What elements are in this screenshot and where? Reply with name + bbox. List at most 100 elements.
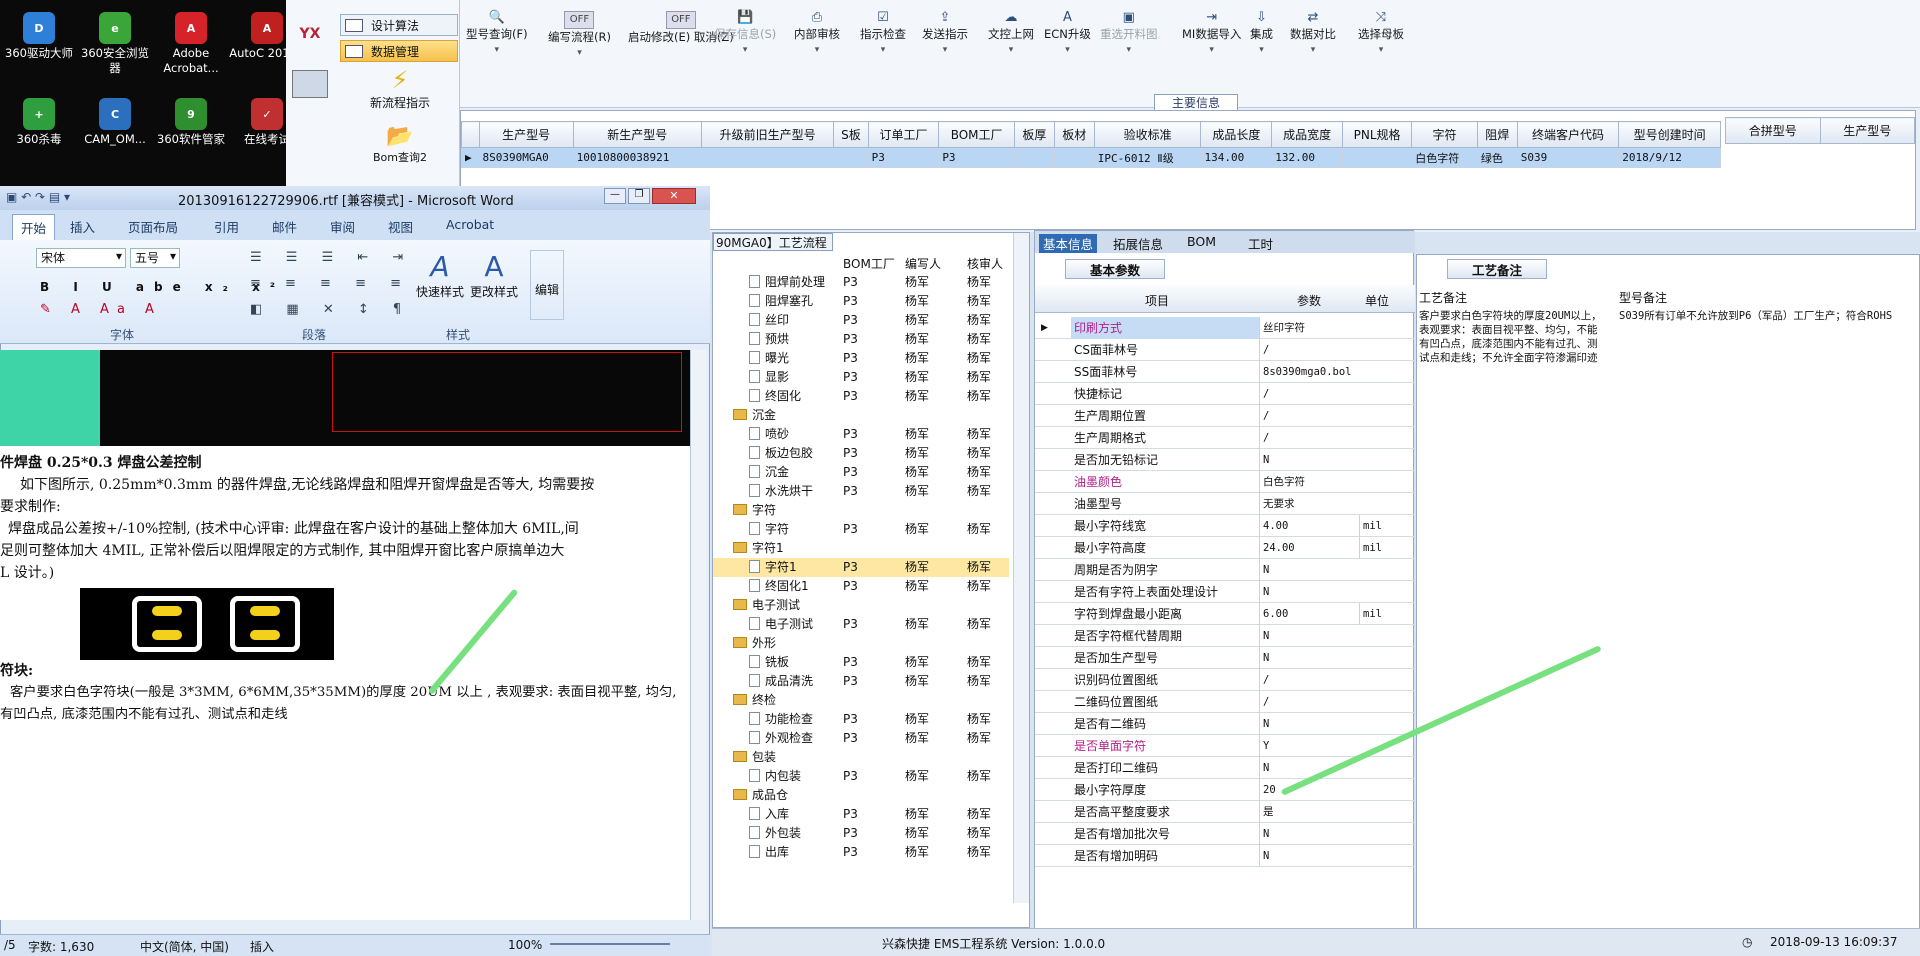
column-header[interactable]: 板材 [1053,121,1095,148]
table-cell[interactable]: 132.00 [1271,147,1343,168]
process-row[interactable]: 字符1 [713,539,1009,558]
param-value[interactable]: 丝印字符 [1259,317,1359,339]
param-row[interactable]: CS面菲林号 / [1035,339,1415,361]
process-row[interactable]: 喷砂 P3 杨军 杨军 [713,425,1009,444]
zoom-slider[interactable] [550,943,670,945]
table-cell[interactable] [833,147,869,168]
param-value[interactable]: 24.00 [1259,537,1359,559]
param-row[interactable]: SS面菲林号 8s0390mga0.bol [1035,361,1415,383]
param-value[interactable]: N [1259,625,1359,647]
toolbar-button[interactable]: 🔍 型号查询(F) ▾ [466,10,528,58]
param-value[interactable]: / [1259,405,1359,427]
toolbar-button[interactable]: A ECN升级 ▾ [1044,10,1091,58]
close-icon[interactable]: ✕ [652,188,696,204]
format-buttons[interactable]: B I U abe x₂ x² [40,280,285,294]
param-value[interactable]: N [1259,559,1359,581]
param-row[interactable]: 是否有字符上表面处理设计 N [1035,581,1415,603]
ribbon-tab[interactable]: Acrobat [446,217,494,232]
process-row[interactable]: 曝光 P3 杨军 杨军 [713,349,1009,368]
basic-params-tab[interactable]: 基本参数 [1065,259,1165,279]
basic-tab[interactable]: 拓展信息 [1113,234,1163,253]
process-row[interactable]: 水洗烘干 P3 杨军 杨军 [713,482,1009,501]
param-value[interactable]: / [1259,383,1359,405]
toolbar-button[interactable]: ⇥ MI数据导入 ▾ [1182,10,1241,58]
table-cell[interactable]: S039 [1516,147,1620,168]
process-row[interactable]: 包装 [713,748,1009,767]
process-row[interactable]: 内包装 P3 杨军 杨军 [713,767,1009,786]
param-value[interactable]: N [1259,581,1359,603]
color-buttons[interactable]: ✎ A Aa A [40,302,162,317]
ribbon-tab[interactable]: 邮件 [272,217,297,236]
shading-buttons[interactable]: ◧ ▦ ✕ ↕ ¶ [250,302,411,317]
param-row[interactable]: 是否字符框代替周期 N [1035,625,1415,647]
nav-design-algorithm[interactable]: 设计算法 [340,14,458,36]
toggle-switch[interactable]: OFF [665,11,696,29]
row-selector[interactable]: ▶ [461,147,480,168]
basic-tab[interactable]: 工时 [1248,234,1273,253]
param-row[interactable]: 是否加生产型号 N [1035,647,1415,669]
font-size-select[interactable]: 五号 ▾ [130,248,180,268]
process-row[interactable]: 终固化1 P3 杨军 杨军 [713,577,1009,596]
column-header[interactable]: PNL规格 [1341,121,1413,148]
toolbar-button[interactable]: ⎙ 内部审核 ▾ [794,10,840,58]
ribbon-tab[interactable]: 引用 [214,217,239,236]
toggle-switch[interactable]: OFF [564,11,595,29]
param-row[interactable]: 是否有增加明码 N [1035,845,1415,867]
table-cell[interactable]: 134.00 [1200,147,1273,168]
param-row[interactable]: 快捷标记 / [1035,383,1415,405]
process-row[interactable]: 字符1 P3 杨军 杨军 [713,558,1009,577]
param-value[interactable]: / [1259,691,1359,713]
param-value[interactable]: / [1259,339,1359,361]
param-row[interactable]: 生产周期格式 / [1035,427,1415,449]
process-row[interactable]: 成品仓 [713,786,1009,805]
param-row[interactable]: 是否加无铅标记 N [1035,449,1415,471]
param-row[interactable]: 最小字符高度 24.00 mil [1035,537,1415,559]
column-header[interactable]: 验收标准 [1093,121,1202,148]
param-value[interactable]: N [1259,449,1359,471]
toolbar-button[interactable]: OFF 编写流程(R) ▾ [548,10,611,61]
nav-data-management[interactable]: 数据管理 [340,40,458,62]
toolbar-button[interactable]: ☑ 指示检查 ▾ [860,10,906,58]
process-row[interactable]: 预烘 P3 杨军 杨军 [713,330,1009,349]
ribbon-tab[interactable]: 插入 [70,217,95,236]
param-row[interactable]: 二维码位置图纸 / [1035,691,1415,713]
align-buttons[interactable]: ≡ ≡ ≡ ≡ ≡ [250,276,411,291]
table-cell[interactable]: 绿色 [1476,147,1518,168]
param-value[interactable]: Y [1259,735,1359,757]
table-cell[interactable] [1053,147,1095,168]
table-cell[interactable]: 8S0390MGA0 [478,147,574,168]
toolbar-button[interactable]: ⇩ 集成 ▾ [1250,10,1273,58]
toolbar-button[interactable]: ☁ 文控上网 ▾ [988,10,1034,58]
param-row[interactable]: 最小字符厚度 20 [1035,779,1415,801]
ribbon-tab[interactable]: 页面布局 [128,217,178,236]
desktop-icon[interactable]: C CAM_OM... [76,96,154,147]
table-cell[interactable]: P3 [938,147,1015,168]
process-row[interactable]: 外形 [713,634,1009,653]
param-row[interactable]: 油墨颜色 白色字符 [1035,471,1415,493]
remark-tab[interactable]: 工艺备注 [1447,259,1547,279]
param-row[interactable]: 字符到焊盘最小距离 6.00 mil [1035,603,1415,625]
param-value[interactable]: 无要求 [1259,493,1359,515]
new-flow-button[interactable]: ⚡ 新流程指示 [348,66,452,111]
desktop-icon[interactable]: e 360安全浏览器 [76,10,154,76]
param-row[interactable]: 是否有二维码 N [1035,713,1415,735]
column-header[interactable]: 生产型号 [1819,117,1915,144]
process-row[interactable]: 沉金 [713,406,1009,425]
word-scrollbar[interactable] [690,350,706,920]
param-value[interactable]: 是 [1259,801,1359,823]
param-row[interactable]: 油墨型号 无要求 [1035,493,1415,515]
toolbar-button[interactable]: ⇪ 发送指示 ▾ [922,10,968,58]
param-value[interactable]: 4.00 [1259,515,1359,537]
param-row[interactable]: 识别码位置图纸 / [1035,669,1415,691]
table-cell[interactable]: 2018/9/12 [1618,147,1721,168]
process-row[interactable]: 外观检查 P3 杨军 杨军 [713,729,1009,748]
process-row[interactable]: 成品清洗 P3 杨军 杨军 [713,672,1009,691]
column-header[interactable]: 合拼型号 [1725,117,1821,144]
toolbar-button[interactable]: ⇄ 数据对比 ▾ [1290,10,1336,58]
table-cell[interactable]: 10010800038921 [572,147,702,168]
column-header[interactable]: 订单工厂 [867,121,940,148]
toolbar-button[interactable]: ⤨ 选择母板 ▾ [1358,10,1404,58]
process-row[interactable]: 终固化 P3 杨军 杨军 [713,387,1009,406]
process-row[interactable]: 电子测试 P3 杨军 杨军 [713,615,1009,634]
process-row[interactable]: 字符 P3 杨军 杨军 [713,520,1009,539]
